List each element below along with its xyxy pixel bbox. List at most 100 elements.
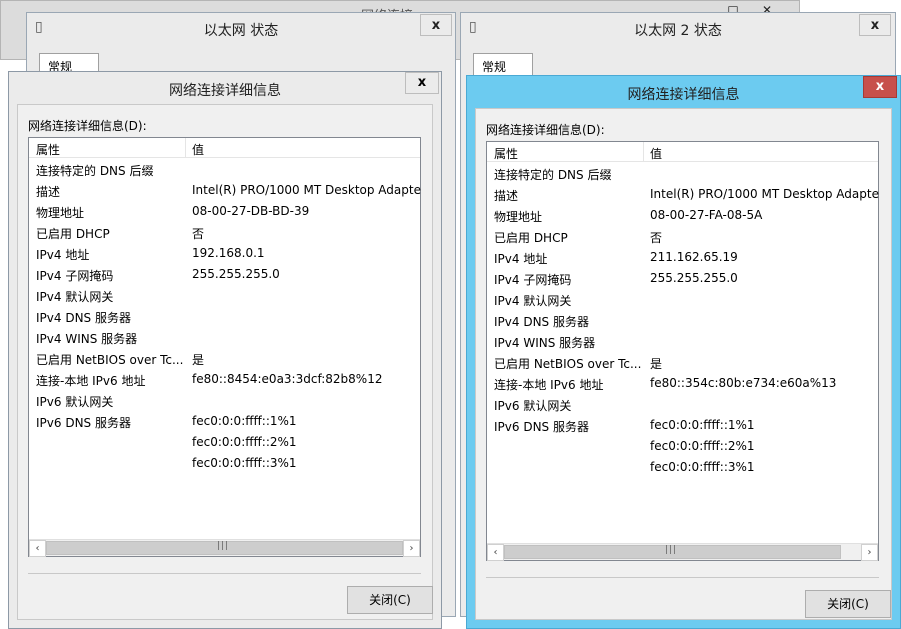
scrollbar-grip-icon: ||| — [665, 545, 678, 555]
value-cell: fec0:0:0:ffff::1%1 — [650, 418, 755, 432]
value-cell: 08-00-27-DB-BD-39 — [192, 204, 310, 218]
table-row[interactable]: 连接-本地 IPv6 地址 fe80::8454:e0a3:3dcf:82b8%1… — [29, 369, 420, 390]
value-cell: 是 — [650, 357, 663, 371]
table-row[interactable]: 已启用 NetBIOS over Tc... 是 — [487, 352, 878, 373]
column-separator[interactable] — [185, 138, 186, 158]
property-cell: IPv6 DNS 服务器 — [36, 416, 131, 430]
list-rows: 连接特定的 DNS 后缀 描述 Intel(R) PRO/1000 MT Deskt… — [487, 163, 880, 478]
details-list-label: 网络连接详细信息(D): — [486, 123, 605, 137]
value-cell: fec0:0:0:ffff::2%1 — [192, 435, 297, 449]
details-list[interactable]: 属性 值 连接特定的 DNS 后缀描述 Intel(R) PRO/1000 MT … — [28, 137, 422, 557]
dialog-body: 网络连接详细信息(D): 属性 值 连接特定的 DNS 后缀描述 Intel(R)… — [17, 104, 433, 620]
value-cell: fec0:0:0:ffff::3%1 — [192, 456, 297, 470]
table-row[interactable]: 已启用 DHCP 否 — [487, 226, 878, 247]
property-cell: IPv6 DNS 服务器 — [494, 420, 589, 434]
scroll-right-arrow-icon[interactable]: › — [861, 544, 878, 561]
table-row[interactable]: IPv4 默认网关 — [487, 289, 878, 310]
horizontal-scrollbar[interactable]: ‹ ||| › — [487, 543, 878, 561]
divider — [28, 573, 421, 574]
property-cell: IPv4 默认网关 — [36, 290, 114, 304]
details-list-label: 网络连接详细信息(D): — [28, 119, 147, 133]
table-row[interactable]: fec0:0:0:ffff::3%1 — [29, 453, 420, 474]
value-cell: Intel(R) PRO/1000 MT Desktop Adapter — [650, 187, 880, 201]
property-cell: IPv4 地址 — [494, 252, 548, 266]
table-row[interactable]: 描述 Intel(R) PRO/1000 MT Desktop Adapter — [29, 180, 422, 201]
dialog-caption: 网络连接详细信息 x — [9, 72, 441, 104]
table-row[interactable]: IPv4 地址 211.162.65.19 — [487, 247, 878, 268]
value-cell: fec0:0:0:ffff::1%1 — [192, 414, 297, 428]
table-row[interactable]: IPv6 DNS 服务器 fec0:0:0:ffff::1%1 — [29, 411, 420, 432]
property-cell: IPv4 默认网关 — [494, 294, 572, 308]
property-cell: 描述 — [36, 185, 61, 199]
scroll-right-arrow-icon[interactable]: › — [403, 540, 420, 557]
details-list[interactable]: 属性 值 连接特定的 DNS 后缀 描述 Intel(R) PRO/1000 MT … — [486, 141, 880, 561]
value-cell: fec0:0:0:ffff::2%1 — [650, 439, 755, 453]
property-cell: IPv6 默认网关 — [494, 399, 572, 413]
horizontal-scrollbar[interactable]: ‹ ||| › — [29, 539, 420, 557]
table-row[interactable]: 连接-本地 IPv6 地址 fe80::354c:80b:e734:e60a%13 — [487, 373, 878, 394]
table-row[interactable]: 物理地址 08-00-27-FA-08-5A — [487, 205, 878, 226]
table-row[interactable]: IPv6 DNS 服务器 fec0:0:0:ffff::1%1 — [487, 415, 878, 436]
table-row[interactable]: fec0:0:0:ffff::3%1 — [487, 457, 878, 478]
property-cell: 已启用 NetBIOS over Tc... — [494, 357, 642, 371]
divider — [486, 577, 879, 578]
table-row[interactable]: IPv4 WINS 服务器 — [29, 327, 420, 348]
close-button[interactable]: x — [405, 72, 439, 94]
table-row[interactable]: 连接特定的 DNS 后缀 — [29, 159, 420, 180]
scroll-left-arrow-icon[interactable]: ‹ — [487, 544, 504, 561]
property-cell: IPv4 WINS 服务器 — [494, 336, 596, 350]
table-row[interactable]: IPv6 默认网关 — [29, 390, 420, 411]
property-cell: IPv4 地址 — [36, 248, 90, 262]
table-row[interactable]: IPv4 子网掩码 255.255.255.0 — [29, 264, 420, 285]
column-header-property[interactable]: 属性 — [36, 141, 60, 158]
dialog-title: 网络连接详细信息 — [169, 83, 281, 99]
column-header-property[interactable]: 属性 — [494, 145, 518, 162]
table-row[interactable]: fec0:0:0:ffff::2%1 — [487, 436, 878, 457]
value-cell: fe80::354c:80b:e734:e60a%13 — [650, 376, 837, 390]
property-cell: IPv4 DNS 服务器 — [36, 311, 131, 325]
property-cell: IPv6 默认网关 — [36, 395, 114, 409]
close-dialog-button[interactable]: 关闭(C) — [347, 586, 433, 614]
table-row[interactable]: 物理地址 08-00-27-DB-BD-39 — [29, 201, 420, 222]
dialog-body: 网络连接详细信息(D): 属性 值 连接特定的 DNS 后缀 描述 Intel(R)… — [475, 108, 892, 620]
table-row[interactable]: 连接特定的 DNS 后缀 — [487, 163, 878, 184]
column-header-value[interactable]: 值 — [650, 145, 662, 162]
property-cell: 连接-本地 IPv6 地址 — [494, 378, 604, 392]
table-row[interactable]: 已启用 NetBIOS over Tc... 是 — [29, 348, 420, 369]
table-row[interactable]: IPv6 默认网关 — [487, 394, 878, 415]
value-cell: fec0:0:0:ffff::3%1 — [650, 460, 755, 474]
close-button[interactable]: x — [863, 76, 897, 98]
property-cell: 物理地址 — [494, 210, 543, 224]
table-row[interactable]: 已启用 DHCP 否 — [29, 222, 420, 243]
column-header-value[interactable]: 值 — [192, 141, 204, 158]
scrollbar-grip-icon: ||| — [217, 541, 230, 551]
value-cell: 255.255.255.0 — [650, 271, 738, 285]
details-dialog-1: 网络连接详细信息 x 网络连接详细信息(D): 属性 值 连接特定的 DNS 后… — [8, 71, 442, 629]
value-cell: 211.162.65.19 — [650, 250, 738, 264]
value-cell: 192.168.0.1 — [192, 246, 265, 260]
property-cell: IPv4 子网掩码 — [494, 273, 572, 287]
list-header: 属性 值 — [29, 138, 420, 158]
table-row[interactable]: IPv4 WINS 服务器 — [487, 331, 878, 352]
scroll-left-arrow-icon[interactable]: ‹ — [29, 540, 46, 557]
close-dialog-button[interactable]: 关闭(C) — [805, 590, 891, 618]
column-separator[interactable] — [643, 142, 644, 162]
close-button[interactable]: x — [859, 14, 891, 36]
property-cell: IPv4 子网掩码 — [36, 269, 114, 283]
table-row[interactable]: 描述 Intel(R) PRO/1000 MT Desktop Adapter — [487, 184, 880, 205]
table-row[interactable]: IPv4 默认网关 — [29, 285, 420, 306]
table-row[interactable]: fec0:0:0:ffff::2%1 — [29, 432, 420, 453]
dialog-title: 网络连接详细信息 — [627, 87, 740, 103]
table-row[interactable]: IPv4 子网掩码 255.255.255.0 — [487, 268, 878, 289]
table-row[interactable]: IPv4 DNS 服务器 — [487, 310, 878, 331]
value-cell: 否 — [650, 231, 663, 245]
property-cell: 物理地址 — [36, 206, 85, 220]
property-cell: 连接特定的 DNS 后缀 — [36, 164, 154, 178]
table-row[interactable]: IPv4 DNS 服务器 — [29, 306, 420, 327]
value-cell: 否 — [192, 227, 205, 241]
table-row[interactable]: IPv4 地址 192.168.0.1 — [29, 243, 420, 264]
details-dialog-2: 网络连接详细信息 x 网络连接详细信息(D): 属性 值 连接特定的 DNS 后… — [466, 75, 901, 629]
status-window-caption: ▯ 以太网 2 状态 x — [461, 13, 895, 43]
property-cell: 已启用 DHCP — [36, 227, 110, 241]
close-button[interactable]: x — [420, 14, 452, 36]
